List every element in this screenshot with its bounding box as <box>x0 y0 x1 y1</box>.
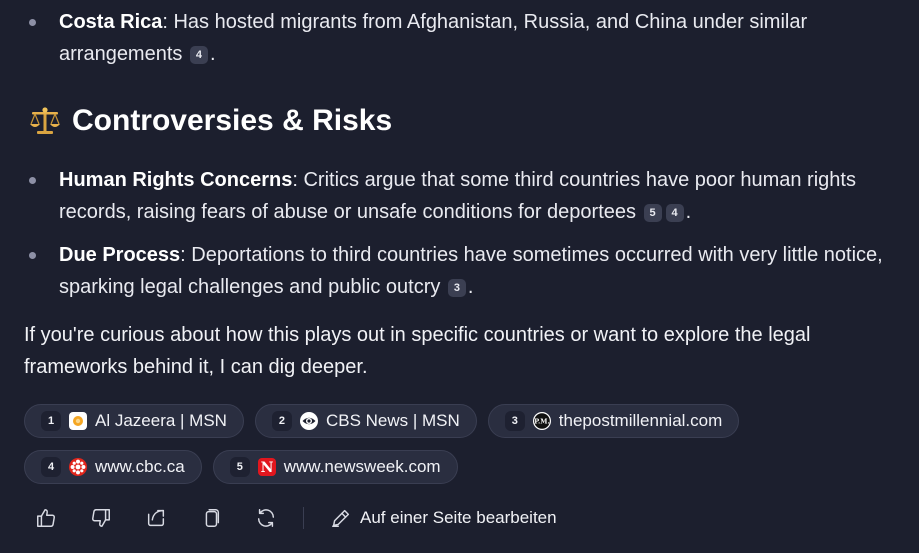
bullet-text: : Has hosted migrants from Afghanistan, … <box>59 11 808 65</box>
list-item: Due Process: Deportations to third count… <box>24 239 899 303</box>
newsweek-logo-text: N <box>260 460 273 476</box>
citation-badge[interactable]: 4 <box>665 204 684 222</box>
newsweek-icon: N <box>257 458 276 476</box>
pen-edit-icon <box>332 509 350 527</box>
copy-icon <box>205 509 220 527</box>
citation-badge[interactable]: 4 <box>189 46 208 64</box>
source-chip-newsweek[interactable]: 5 N www.newsweek.com <box>212 450 458 484</box>
citation-badge[interactable]: 5 <box>643 204 662 222</box>
section-heading: Controversies & Risks <box>28 104 392 138</box>
pm-logo-text: P.M. <box>534 418 550 426</box>
thumbs-down-button[interactable] <box>89 506 113 530</box>
source-label: CBS News | MSN <box>325 411 460 430</box>
share-button[interactable] <box>144 506 168 530</box>
source-chip-aljazeera[interactable]: 1 Al Jazeera | MSN <box>24 404 244 438</box>
copy-button[interactable] <box>199 506 223 530</box>
bullet-list-risks: Human Rights Concerns: Critics argue tha… <box>24 164 899 314</box>
bullet-list-countries: Costa Rica: Has hosted migrants from Afg… <box>24 6 899 70</box>
share-icon <box>147 509 165 527</box>
regenerate-icon <box>257 509 275 527</box>
source-number: 4 <box>41 457 61 477</box>
section-title: Controversies & Risks <box>72 104 393 137</box>
balance-scale-icon <box>30 107 60 134</box>
chat-response: Costa Rica: Has hosted migrants from Afg… <box>0 0 919 553</box>
source-number: 1 <box>41 411 61 431</box>
sources-list: 1 Al Jazeera | MSN 2 CBS News | MSN 3 P.… <box>24 404 899 496</box>
thumbs-up-button[interactable] <box>34 506 58 530</box>
source-label: thepostmillennial.com <box>558 411 723 430</box>
bullet-term: Costa Rica <box>59 11 163 33</box>
sources-row: 1 Al Jazeera | MSN 2 CBS News | MSN 3 P.… <box>24 404 899 438</box>
source-number: 3 <box>504 411 525 431</box>
list-item: Human Rights Concerns: Critics argue tha… <box>24 164 899 228</box>
edit-on-page-label: Auf einer Seite bearbeiten <box>360 508 557 527</box>
toolbar-divider <box>303 507 304 529</box>
response-toolbar: Auf einer Seite bearbeiten <box>34 506 557 530</box>
closing-paragraph: If you're curious about how this plays o… <box>24 324 811 378</box>
aljazeera-icon <box>69 412 87 430</box>
source-number: 2 <box>271 411 292 431</box>
source-label: www.newsweek.com <box>283 457 441 476</box>
thumbs-down-icon <box>92 509 110 527</box>
source-chip-cbc[interactable]: 4 www.cbc.ca <box>24 450 202 484</box>
citation-badge[interactable]: 3 <box>447 279 466 297</box>
list-item: Costa Rica: Has hosted migrants from Afg… <box>24 6 899 70</box>
bullet-term: Due Process <box>59 244 181 266</box>
sources-row: 4 www.cbc.ca 5 N www.newsweek.com <box>24 450 899 484</box>
regenerate-button[interactable] <box>254 506 278 530</box>
source-label: www.cbc.ca <box>95 457 185 476</box>
source-number: 5 <box>229 457 250 477</box>
source-chip-cbs[interactable]: 2 CBS News | MSN <box>254 404 477 438</box>
thumbs-up-icon <box>37 509 55 527</box>
cbc-gem-icon <box>69 458 87 476</box>
bullet-text: : Deportations to third countries have s… <box>59 244 883 298</box>
source-label: Al Jazeera | MSN <box>95 411 227 430</box>
edit-on-page-button[interactable]: Auf einer Seite bearbeiten <box>330 507 557 529</box>
source-chip-postmillennial[interactable]: 3 P.M. thepostmillennial.com <box>487 404 740 438</box>
pm-logo-icon: P.M. <box>532 412 551 430</box>
cbs-eye-icon <box>299 412 318 430</box>
bullet-term: Human Rights Concerns <box>59 169 293 191</box>
